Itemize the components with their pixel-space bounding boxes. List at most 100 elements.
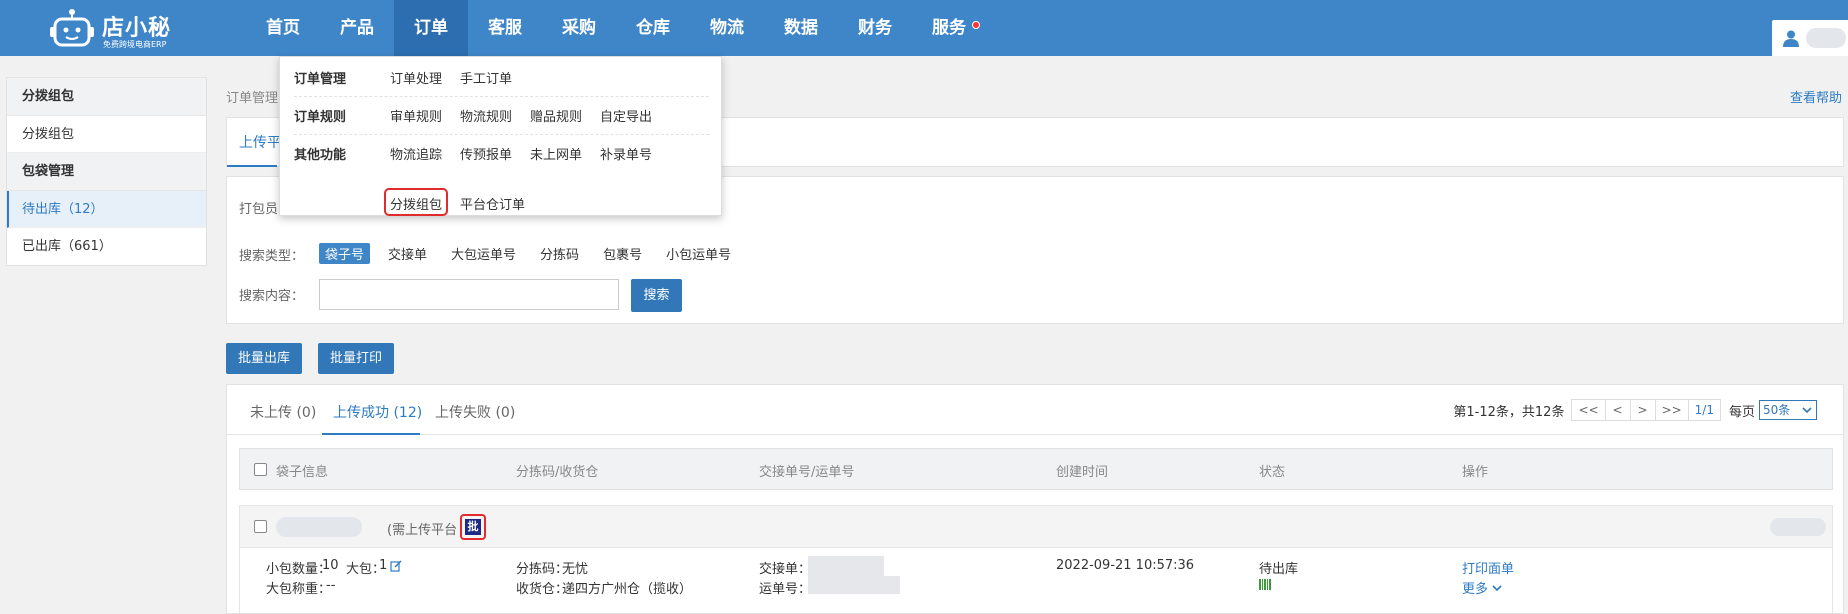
- nav-item-logistics[interactable]: 物流: [690, 0, 764, 56]
- waybill-redacted: [808, 576, 900, 594]
- weight-value: --: [326, 578, 336, 593]
- user-menu[interactable]: [1772, 20, 1848, 56]
- logo[interactable]: 店小秘 免费跨境电商ERP: [50, 6, 170, 52]
- last-page-button[interactable]: >>: [1654, 399, 1689, 421]
- header-handover-waybill: 交接单号/运单号: [759, 465, 855, 480]
- active-tab-underline: [322, 433, 420, 435]
- list-panel: 未上传 (0) 上传成功 (12) 上传失败 (0) 第1-12条，共12条 <…: [226, 384, 1844, 614]
- first-page-button[interactable]: <<: [1571, 399, 1606, 421]
- nav-item-data[interactable]: 数据: [764, 0, 838, 56]
- handover-redacted: [808, 556, 884, 576]
- sort-code-label: 分拣码：: [516, 562, 569, 577]
- batch-badge[interactable]: 批: [460, 514, 486, 540]
- nav-item-services[interactable]: 服务: [912, 0, 986, 56]
- sidebar-item-allocation-pack[interactable]: 分拨组包: [7, 116, 206, 153]
- batch-print-button[interactable]: 批量打印: [318, 343, 395, 374]
- menu-item-logistics-tracking[interactable]: 物流追踪: [390, 144, 442, 163]
- select-all-checkbox[interactable]: [254, 463, 267, 476]
- menu-item-not-online[interactable]: 未上网单: [530, 144, 582, 163]
- dropdown-section-order-management: 订单管理: [294, 72, 347, 87]
- tab-upload-failed[interactable]: 上传失败 (0): [435, 402, 515, 422]
- row-checkbox[interactable]: [254, 520, 267, 533]
- search-type-bag-number[interactable]: 袋子号: [319, 243, 371, 264]
- per-page-label: 每页: [1728, 404, 1755, 420]
- dropdown-section-other-functions: 其他功能: [294, 148, 347, 163]
- batch-outbound-button[interactable]: 批量出库: [226, 343, 303, 374]
- menu-item-supplement-number[interactable]: 补录单号: [600, 144, 652, 163]
- chevron-down-icon: [1802, 407, 1812, 414]
- dropdown-divider: [294, 96, 709, 97]
- search-type-big-waybill[interactable]: 大包运单号: [445, 243, 522, 264]
- nav-item-services-label: 服务: [932, 18, 966, 38]
- nav-item-warehouse[interactable]: 仓库: [616, 0, 690, 56]
- logo-title: 店小秘: [102, 16, 172, 41]
- search-type-sort-code[interactable]: 分拣码: [534, 243, 585, 264]
- search-type-handover[interactable]: 交接单: [382, 243, 433, 264]
- header-bag-info: 袋子信息: [276, 465, 329, 480]
- pagination-info: 第1-12条，共12条: [1453, 404, 1565, 420]
- nav-item-finance[interactable]: 财务: [838, 0, 912, 56]
- dropdown-divider: [294, 134, 709, 135]
- header-status: 状态: [1259, 465, 1286, 480]
- nav-item-products[interactable]: 产品: [320, 0, 394, 56]
- batch-badge-label: 批: [465, 519, 481, 535]
- search-input[interactable]: [319, 279, 619, 310]
- page-indicator: 1/1: [1687, 399, 1721, 421]
- created-time: 2022-09-21 10:57:36: [1056, 558, 1195, 573]
- menu-item-allocation-pack[interactable]: 分拨组包: [390, 194, 442, 213]
- warehouse-label: 收货仓：: [516, 582, 569, 597]
- orders-dropdown-menu: 订单管理 订单处理 手工订单 订单规则 审单规则 物流规则 赠品规则 自定导出 …: [279, 56, 722, 216]
- waybill-label: 运单号：: [759, 582, 812, 597]
- table-row-group: (需上传平台 批: [239, 505, 1833, 548]
- main-nav: 首页 产品 订单 客服 采购 仓库 物流 数据 财务 服务: [246, 0, 986, 56]
- sidebar-group-allocation: 分拨组包: [7, 78, 206, 116]
- chevron-down-icon: [1492, 585, 1502, 592]
- logo-subtitle: 免费跨境电商ERP: [103, 40, 167, 49]
- table-row: 小包数量： 10 大包： 1 大包称重： -- 分拣码： 无忧 收货仓： 递四方…: [239, 548, 1833, 614]
- help-link[interactable]: 查看帮助: [1790, 87, 1842, 106]
- more-actions-link[interactable]: 更多: [1462, 578, 1502, 597]
- header-actions: 操作: [1462, 465, 1489, 480]
- sidebar-item-shipped[interactable]: 已出库（661）: [7, 228, 206, 265]
- nav-item-orders[interactable]: 订单: [394, 0, 468, 56]
- menu-item-manual-order[interactable]: 手工订单: [460, 68, 512, 87]
- dropdown-section-order-rules: 订单规则: [294, 110, 347, 125]
- menu-item-gift-rules[interactable]: 赠品规则: [530, 106, 582, 125]
- warehouse-value: 递四方广州仓（揽收）: [562, 582, 693, 597]
- top-navbar: 店小秘 免费跨境电商ERP 首页 产品 订单 客服 采购 仓库 物流 数据 财务…: [0, 0, 1848, 56]
- menu-item-review-rules[interactable]: 审单规则: [390, 106, 442, 125]
- next-page-button[interactable]: >: [1629, 399, 1656, 421]
- sidebar-item-pending-outbound[interactable]: 待出库（12）: [7, 191, 206, 228]
- user-icon: [1783, 30, 1799, 47]
- menu-item-custom-export[interactable]: 自定导出: [600, 106, 652, 125]
- menu-item-order-processing[interactable]: 订单处理: [390, 68, 442, 87]
- small-pkg-count: 10: [322, 558, 339, 573]
- tab-upload-success[interactable]: 上传成功 (12): [333, 402, 422, 422]
- barcode-icon: [1259, 579, 1271, 590]
- per-page-value: 50条: [1763, 403, 1791, 417]
- sort-code-value: 无忧: [562, 562, 589, 577]
- search-type-package-number[interactable]: 包裹号: [597, 243, 648, 264]
- search-type-options: 袋子号 交接单 大包运单号 分拣码 包裹号 小包运单号: [319, 243, 749, 264]
- packer-label: 打包员: [239, 202, 279, 217]
- nav-item-purchase[interactable]: 采购: [542, 0, 616, 56]
- search-button[interactable]: 搜索: [631, 279, 682, 312]
- nav-item-home[interactable]: 首页: [246, 0, 320, 56]
- menu-item-logistics-rules[interactable]: 物流规则: [460, 106, 512, 125]
- sidebar-group-bag-management: 包袋管理: [7, 153, 206, 191]
- menu-item-platform-warehouse-order[interactable]: 平台仓订单: [460, 194, 525, 213]
- nav-item-customer-service[interactable]: 客服: [468, 0, 542, 56]
- big-pkg-count: 1: [379, 558, 388, 573]
- search-type-small-waybill[interactable]: 小包运单号: [660, 243, 737, 264]
- tab-upload-platform[interactable]: 上传平: [239, 132, 281, 152]
- list-tabs: 未上传 (0) 上传成功 (12) 上传失败 (0) 第1-12条，共12条 <…: [227, 385, 1843, 435]
- print-label-link[interactable]: 打印面单: [1462, 558, 1514, 577]
- prev-page-button[interactable]: <: [1604, 399, 1631, 421]
- per-page-select[interactable]: 50条: [1759, 400, 1817, 420]
- tab-not-uploaded[interactable]: 未上传 (0): [250, 402, 316, 422]
- notification-dot: [972, 21, 980, 29]
- menu-item-upload-forecast[interactable]: 传预报单: [460, 144, 512, 163]
- breadcrumb[interactable]: 订单管理: [226, 87, 278, 106]
- header-created-time: 创建时间: [1056, 465, 1109, 480]
- edit-icon[interactable]: [390, 560, 402, 572]
